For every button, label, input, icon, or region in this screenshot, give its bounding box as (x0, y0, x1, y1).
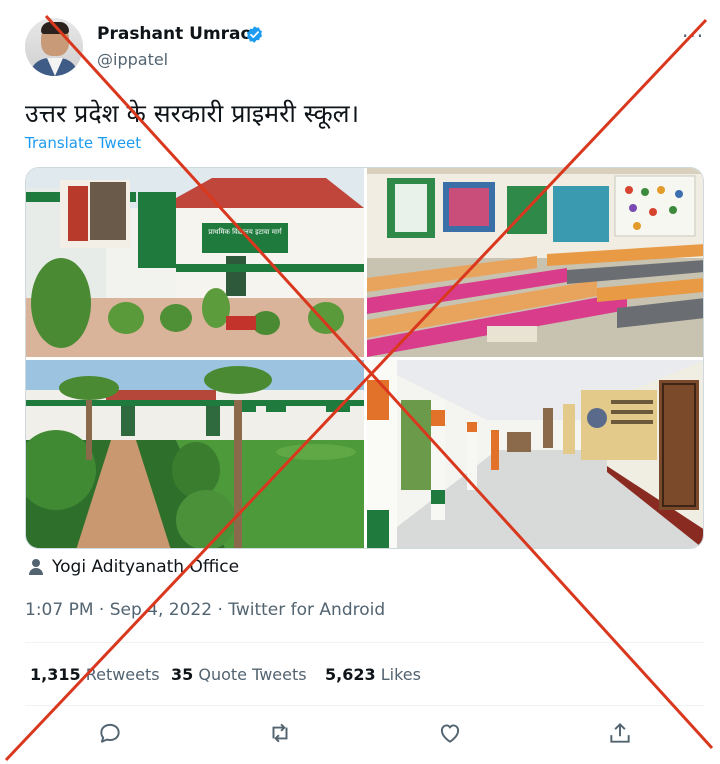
retweet-icon[interactable] (267, 720, 293, 746)
person-icon (29, 559, 43, 575)
divider (25, 705, 704, 706)
retweets-count: 1,315 (30, 665, 81, 684)
reply-icon[interactable] (97, 720, 123, 746)
like-icon[interactable] (437, 720, 463, 746)
school-corridor-photo[interactable] (367, 360, 703, 548)
display-name[interactable]: Prashant Umrao (97, 24, 252, 44)
likes-label: Likes (380, 665, 421, 684)
quote-tweets-stat[interactable]: 35 Quote Tweets (171, 665, 307, 684)
source-label[interactable]: Yogi Adityanath Office (52, 557, 239, 577)
divider (25, 642, 704, 643)
classroom-benches-photo[interactable] (367, 168, 703, 357)
media-grid: प्राथमिक विद्यालय इटावा मार्ग (25, 167, 704, 549)
tweet-timestamp[interactable]: 1:07 PM · Sep 4, 2022 · Twitter for Andr… (25, 600, 385, 620)
retweets-label: Retweets (85, 665, 160, 684)
tweet-text: उत्तर प्रदेश के सरकारी प्राइमरी स्कूल। (25, 99, 360, 128)
user-handle[interactable]: @ippatel (97, 50, 168, 69)
school-garden-photo[interactable] (26, 360, 364, 548)
verified-badge-icon (246, 26, 263, 43)
tweet-card: Prashant Umrao @ippatel ··· उत्तर प्रदेश… (0, 0, 720, 764)
school-sign-text: प्राथमिक विद्यालय इटावा मार्ग (208, 227, 283, 236)
school-building-photo[interactable]: प्राथमिक विद्यालय इटावा मार्ग (26, 168, 364, 357)
likes-count: 5,623 (325, 665, 376, 684)
quote-tweets-label: Quote Tweets (198, 665, 307, 684)
more-options-icon[interactable]: ··· (682, 24, 704, 48)
avatar[interactable] (25, 18, 83, 76)
likes-stat[interactable]: 5,623 Likes (325, 665, 421, 684)
retweets-stat[interactable]: 1,315 Retweets (30, 665, 160, 684)
share-icon[interactable] (607, 720, 633, 746)
quote-tweets-count: 35 (171, 665, 194, 684)
translate-tweet-link[interactable]: Translate Tweet (25, 134, 141, 152)
